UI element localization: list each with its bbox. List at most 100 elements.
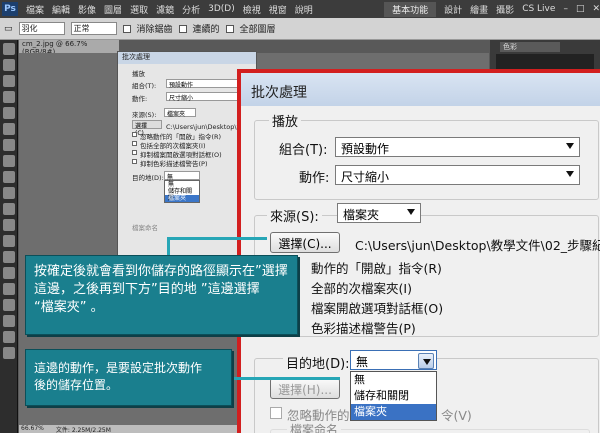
play-group bbox=[254, 120, 599, 200]
workspace-menu-item[interactable]: 攝影 bbox=[496, 3, 514, 16]
contiguous-checkbox[interactable] bbox=[178, 24, 187, 33]
choose-button[interactable]: 選擇(C)... bbox=[132, 120, 162, 137]
source-select[interactable]: 檔案夾 bbox=[337, 203, 421, 223]
dropdown-option-folder[interactable]: 檔案夾 bbox=[351, 404, 436, 420]
source-select[interactable]: 檔案夾 bbox=[164, 108, 196, 118]
stamp-tool-icon[interactable] bbox=[2, 171, 15, 183]
dropdown-option-none[interactable]: 無 bbox=[351, 372, 436, 388]
set-select[interactable]: 預設動作 bbox=[166, 79, 246, 89]
menu-item[interactable]: 編輯 bbox=[52, 3, 70, 16]
history-brush-tool-icon[interactable] bbox=[2, 187, 15, 199]
dialog-title: 批次處理 bbox=[241, 73, 600, 106]
menu-item[interactable]: 3D(D) bbox=[208, 4, 235, 14]
magic-wand-tool-icon[interactable] bbox=[2, 91, 15, 103]
blur-tool-icon[interactable] bbox=[2, 235, 15, 247]
action-select[interactable]: 尺寸縮小 bbox=[335, 165, 580, 185]
action-select[interactable]: 尺寸縮小 bbox=[166, 92, 246, 102]
dodge-tool-icon[interactable] bbox=[2, 251, 15, 263]
lasso-tool-icon[interactable] bbox=[2, 75, 15, 87]
subfolders-label: 全部的次檔案夾(I) bbox=[311, 281, 412, 296]
override-save-checkbox[interactable] bbox=[270, 407, 282, 419]
workspace-button[interactable]: 基本功能 bbox=[384, 1, 437, 17]
marquee-tool-icon[interactable] bbox=[2, 59, 15, 71]
destination-select[interactable]: 無 bbox=[350, 350, 437, 370]
dropdown-option-none[interactable]: 無 bbox=[165, 181, 199, 188]
action-label: 動作: bbox=[132, 95, 148, 103]
callout-note-path: 按確定後就會看到你儲存的路徑顯示在”選擇 這邊，之後再到下方”目的地 ”這邊選擇… bbox=[25, 255, 298, 335]
panel-tab-color[interactable]: 色彩 bbox=[500, 42, 560, 52]
workspace-menu-item[interactable]: 繪畫 bbox=[470, 3, 488, 16]
workspace-menu-item[interactable]: 設計 bbox=[444, 3, 462, 16]
all-layers-label: 全部圖層 bbox=[239, 25, 276, 35]
all-layers-checkbox[interactable] bbox=[225, 24, 234, 33]
source-value: 檔案夾 bbox=[343, 208, 380, 222]
callout-connector bbox=[167, 238, 170, 256]
contiguous-label: 連續的 bbox=[192, 25, 220, 35]
path-select-tool-icon[interactable] bbox=[2, 299, 15, 311]
source-label: 來源(S): bbox=[267, 206, 322, 225]
cs-live-button[interactable]: CS Live bbox=[522, 4, 555, 14]
zoom-level[interactable]: 66.67% bbox=[21, 425, 44, 433]
menu-item[interactable]: 影像 bbox=[78, 3, 96, 16]
menu-item[interactable]: 檔案 bbox=[26, 3, 44, 16]
dropdown-option-folder[interactable]: 檔案夾 bbox=[165, 195, 199, 202]
document-size: 文件: 2.25M/2.25M bbox=[55, 427, 111, 433]
callout-connector bbox=[167, 237, 267, 240]
dropdown-option-save-close[interactable]: 儲存和關閉 bbox=[351, 388, 436, 404]
type-tool-icon[interactable] bbox=[2, 283, 15, 295]
callout-line: “檔案夾” 。 bbox=[34, 300, 104, 315]
file-naming-label: 檔案命名 bbox=[132, 224, 158, 232]
antialias-checkbox[interactable] bbox=[122, 24, 131, 33]
action-value: 尺寸縮小 bbox=[341, 170, 390, 184]
menu-item[interactable]: 濾鏡 bbox=[156, 3, 174, 16]
move-tool-icon[interactable] bbox=[2, 43, 15, 55]
healing-tool-icon[interactable] bbox=[2, 139, 15, 151]
file-naming-label: 檔案命名 bbox=[287, 421, 342, 433]
callout-line: 按確定後就會看到你儲存的路徑顯示在”選擇 bbox=[34, 264, 288, 279]
source-label: 來源(S): bbox=[132, 111, 157, 119]
gradient-tool-icon[interactable] bbox=[2, 219, 15, 231]
feather-field[interactable]: 羽化 bbox=[18, 22, 65, 35]
hand-tool-icon[interactable] bbox=[2, 331, 15, 343]
crop-tool-icon[interactable] bbox=[2, 107, 15, 119]
destination-select[interactable]: 無 bbox=[164, 171, 200, 181]
choose-destination-button[interactable]: 選擇(H)... bbox=[270, 378, 340, 399]
choose-button[interactable]: 選擇(C)... bbox=[270, 232, 340, 253]
destination-label: 目的地(D): bbox=[283, 353, 353, 372]
menu-item[interactable]: 說明 bbox=[295, 3, 313, 16]
menu-item[interactable]: 視窗 bbox=[269, 3, 287, 16]
override-open-checkbox[interactable] bbox=[132, 132, 137, 137]
brush-tool-icon[interactable] bbox=[2, 155, 15, 167]
minimize-icon[interactable]: – bbox=[563, 4, 568, 14]
menu-item[interactable]: 分析 bbox=[182, 3, 200, 16]
set-select[interactable]: 預設動作 bbox=[335, 137, 580, 157]
set-label: 組合(T): bbox=[132, 82, 157, 90]
menu-item[interactable]: 檢視 bbox=[243, 3, 261, 16]
shape-tool-icon[interactable] bbox=[2, 315, 15, 327]
pen-tool-icon[interactable] bbox=[2, 267, 15, 279]
dropdown-option-save-close[interactable]: 儲存和關閉 bbox=[165, 188, 199, 202]
style-select[interactable]: 正常 bbox=[70, 22, 117, 35]
eyedropper-tool-icon[interactable] bbox=[2, 123, 15, 135]
destination-dropdown: 無 儲存和關閉 檔案夾 bbox=[164, 180, 200, 203]
close-icon[interactable]: ✕ bbox=[592, 4, 600, 14]
callout-line: 這邊，之後再到下方”目的地 ”這邊選擇 bbox=[34, 282, 260, 297]
subfolders-checkbox[interactable] bbox=[132, 141, 137, 146]
document-tab[interactable]: cm_2.jpg @ 66.7% (RGB/8#) bbox=[19, 40, 119, 56]
source-path: C:\Users\jun\Desktop\教學文件\02_步驟紀錄圖 bbox=[355, 238, 600, 253]
zoom-tool-icon[interactable] bbox=[2, 347, 15, 359]
menu-item[interactable]: 選取 bbox=[130, 3, 148, 16]
chevron-down-icon bbox=[566, 143, 574, 149]
suppress-color-checkbox[interactable] bbox=[132, 159, 137, 164]
maximize-icon[interactable]: □ bbox=[576, 4, 585, 14]
dialog-title: 批次處理 bbox=[118, 52, 256, 64]
menu-item[interactable]: 圖層 bbox=[104, 3, 122, 16]
photoshop-logo: Ps bbox=[2, 2, 18, 16]
suppress-color-label: 色彩描述檔警告(P) bbox=[311, 321, 416, 336]
antialias-label: 消除鋸齒 bbox=[136, 25, 173, 35]
chevron-down-icon[interactable] bbox=[418, 353, 434, 369]
suppress-open-checkbox[interactable] bbox=[132, 150, 137, 155]
play-group-label: 播放 bbox=[132, 70, 145, 78]
eraser-tool-icon[interactable] bbox=[2, 203, 15, 215]
marquee-tool-icon[interactable]: ▭ bbox=[4, 24, 13, 34]
